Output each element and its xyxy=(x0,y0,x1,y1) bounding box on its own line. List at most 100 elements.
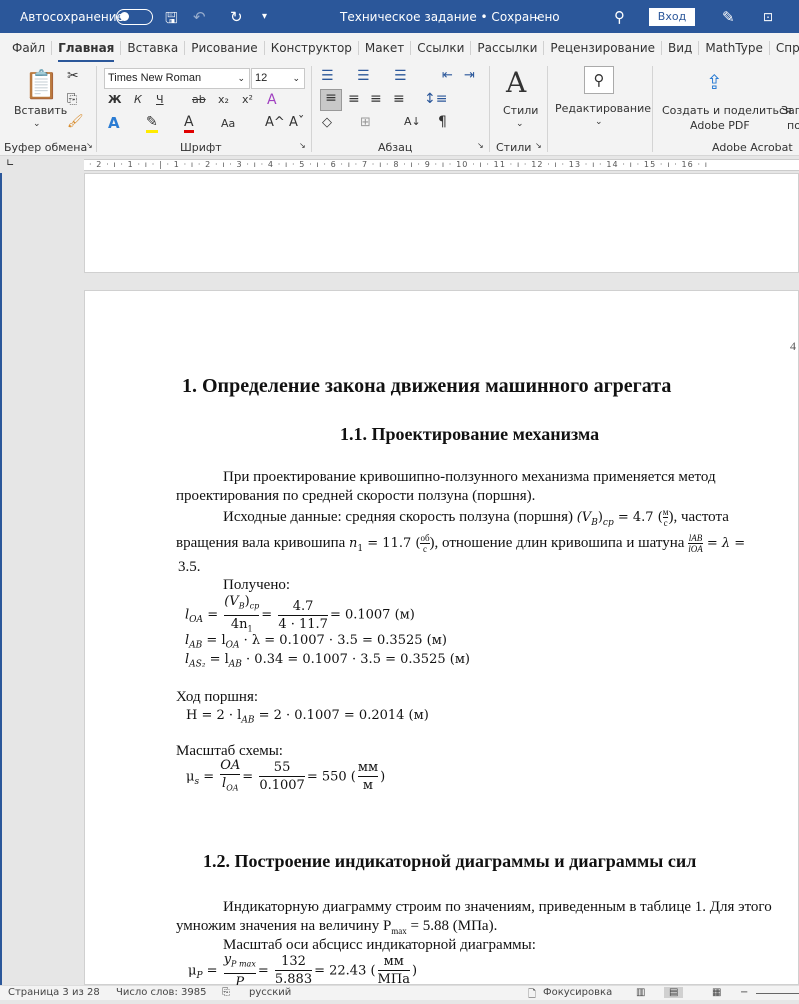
print-layout-icon[interactable]: ▤ xyxy=(664,987,684,998)
equation-las2: lAS₂ = lAB · 0.34 = 0.1007 · 3.5 = 0.352… xyxy=(185,652,470,670)
increase-indent-icon[interactable]: ⇥ xyxy=(464,68,475,83)
copy-icon[interactable]: ⎘ xyxy=(67,92,77,107)
undo-icon[interactable]: ↶ xyxy=(193,8,206,26)
login-button[interactable]: Вход xyxy=(649,8,695,26)
highlight-icon[interactable]: ✎ xyxy=(146,114,158,133)
clipboard-launcher-icon[interactable]: ↘ xyxy=(86,141,93,150)
web-layout-icon[interactable]: ▦ xyxy=(712,987,721,998)
align-right-button[interactable]: ≡ xyxy=(370,91,382,107)
grow-font-button[interactable]: A^ xyxy=(265,115,285,130)
styles-launcher-icon[interactable]: ↘ xyxy=(535,141,542,150)
zoom-out-button[interactable]: − xyxy=(740,987,748,998)
heading-1-1: 1.1. Проектирование механизма xyxy=(340,424,600,444)
paste-button[interactable]: Вставить xyxy=(14,104,67,117)
tab-mailings[interactable]: Рассылки xyxy=(471,40,545,55)
paragraph: При проектирование кривошипно-ползунного… xyxy=(223,469,716,485)
paste-chevron-icon[interactable]: ⌄ xyxy=(33,119,41,129)
superscript-button[interactable]: x² xyxy=(242,93,253,106)
cut-icon[interactable]: ✂ xyxy=(67,68,79,84)
paragraph-launcher-icon[interactable]: ↘ xyxy=(477,141,484,150)
redo-icon[interactable]: ↻ xyxy=(230,8,243,26)
show-formatting-button[interactable]: ¶ xyxy=(438,114,447,130)
document-title[interactable]: Техническое задание • Сохранено xyxy=(340,10,560,24)
font-name-select[interactable]: Times New Roman ⌄ xyxy=(104,68,250,89)
align-left-button[interactable]: ≡ xyxy=(320,89,342,111)
search-icon[interactable]: ⚲ xyxy=(614,8,625,26)
font-name-value: Times New Roman xyxy=(108,72,202,84)
tab-file[interactable]: Файл xyxy=(6,40,53,55)
tab-review[interactable]: Рецензирование xyxy=(544,40,662,55)
tab-layout[interactable]: Макет xyxy=(359,40,412,55)
autosave-toggle[interactable] xyxy=(116,9,153,25)
paste-icon[interactable]: 📋 xyxy=(24,68,59,101)
underline-button[interactable]: Ч xyxy=(156,93,164,106)
font-size-value: 12 xyxy=(255,72,268,84)
read-mode-icon[interactable]: ▥ xyxy=(636,987,645,998)
clear-formatting-icon[interactable]: A xyxy=(267,92,277,108)
editing-chevron-icon[interactable]: ⌄ xyxy=(595,117,603,127)
tab-home[interactable]: Главная xyxy=(52,40,122,63)
sort-icon[interactable]: А↓ xyxy=(404,115,421,128)
zoom-slider[interactable] xyxy=(756,993,799,994)
word-count[interactable]: Число слов: 3985 xyxy=(116,987,206,998)
styles-icon[interactable]: A xyxy=(506,66,526,99)
decrease-indent-icon[interactable]: ⇤ xyxy=(442,68,453,83)
create-share-pdf-button[interactable]: Создать и поделиться xyxy=(662,104,792,117)
borders-icon[interactable]: ⊞ xyxy=(360,115,371,130)
align-center-button[interactable]: ≡ xyxy=(348,91,360,107)
save-icon[interactable]: 🖫 xyxy=(165,8,178,33)
text-effects-icon[interactable]: A xyxy=(108,114,120,132)
italic-button[interactable]: К xyxy=(134,93,142,106)
tab-references[interactable]: Ссылки xyxy=(411,40,472,55)
font-size-select[interactable]: 12 ⌄ xyxy=(251,68,305,89)
focus-button[interactable]: Фокусировка xyxy=(543,987,612,998)
group-styles-label: Стили xyxy=(496,141,532,154)
tab-help[interactable]: Справка xyxy=(770,41,799,55)
bold-button[interactable]: Ж xyxy=(108,93,121,106)
editing-button[interactable]: Редактирование xyxy=(555,102,651,115)
autosave-label: Автосохранение xyxy=(20,10,124,24)
line-spacing-icon[interactable]: ↕≡ xyxy=(424,91,447,107)
paragraph: вращения вала кривошипа n1 = 11.7 (об с),… xyxy=(176,533,746,554)
paragraph: Индикаторную диаграмму строим по значени… xyxy=(223,899,772,915)
focus-icon[interactable]: 🗋 xyxy=(528,987,536,1004)
share-pdf-icon[interactable]: ⇪ xyxy=(706,70,723,94)
language[interactable]: русский xyxy=(249,987,291,998)
font-color-icon[interactable]: A xyxy=(184,114,194,133)
title-chevron-icon[interactable]: ⌄ xyxy=(533,11,541,22)
paragraph: Получено: xyxy=(223,577,291,593)
shading-icon[interactable]: ◇ xyxy=(322,115,332,130)
tab-insert[interactable]: Вставка xyxy=(121,40,186,55)
numbering-icon[interactable]: ☰ xyxy=(357,68,370,84)
tab-view[interactable]: Вид xyxy=(662,40,700,55)
styles-button[interactable]: Стили xyxy=(503,104,538,117)
tab-mathtype[interactable]: MathType xyxy=(699,40,770,55)
page-count[interactable]: Страница 3 из 28 xyxy=(8,987,100,998)
bullets-icon[interactable]: ☰ xyxy=(321,68,334,84)
tab-draw[interactable]: Рисование xyxy=(185,40,265,55)
equation-lab: lAB = lOA · λ = 0.1007 · 3.5 = 0.3525 (м… xyxy=(185,633,447,651)
find-icon[interactable]: ⚲ xyxy=(584,66,614,94)
request-signature-button[interactable]: Заг xyxy=(781,104,799,117)
multilevel-list-icon[interactable]: ☰ xyxy=(394,68,407,84)
ribbon-display-icon[interactable]: ⊡ xyxy=(763,10,773,24)
tab-design[interactable]: Конструктор xyxy=(265,40,359,55)
font-launcher-icon[interactable]: ↘ xyxy=(299,141,306,150)
justify-button[interactable]: ≡ xyxy=(393,91,405,107)
format-painter-icon[interactable]: 🖌 xyxy=(67,114,84,129)
strikethrough-button[interactable]: ab xyxy=(192,93,206,106)
subscript-button[interactable]: x₂ xyxy=(218,93,229,106)
proofing-icon[interactable]: ⎘ xyxy=(222,987,230,998)
styles-chevron-icon[interactable]: ⌄ xyxy=(516,119,524,129)
document-page[interactable]: 4 1. Определение закона движения машинно… xyxy=(84,290,799,990)
ribbon: 📋 Вставить ⌄ ✂ ⎘ 🖌 Буфер обмена ↘ Times … xyxy=(0,62,799,156)
change-case-button[interactable]: Aa xyxy=(221,117,235,130)
ruler[interactable]: ∟ · 2 · ı · 1 · ı · | · 1 · ı · 2 · ı · … xyxy=(0,156,799,173)
pen-icon[interactable]: ✎ xyxy=(722,8,735,26)
customize-toolbar-icon[interactable]: ▾ xyxy=(262,11,267,22)
group-clipboard-label: Буфер обмена xyxy=(4,141,88,154)
tab-selector-icon[interactable]: ∟ xyxy=(6,158,14,169)
equation-stroke: H = 2 · lAB = 2 · 0.1007 = 0.2014 (м) xyxy=(186,708,429,726)
shrink-font-button[interactable]: Aˇ xyxy=(289,115,304,130)
equation-scale: μs = OA lOA = 55 0.1007 = 550 (мм м) xyxy=(186,757,385,797)
